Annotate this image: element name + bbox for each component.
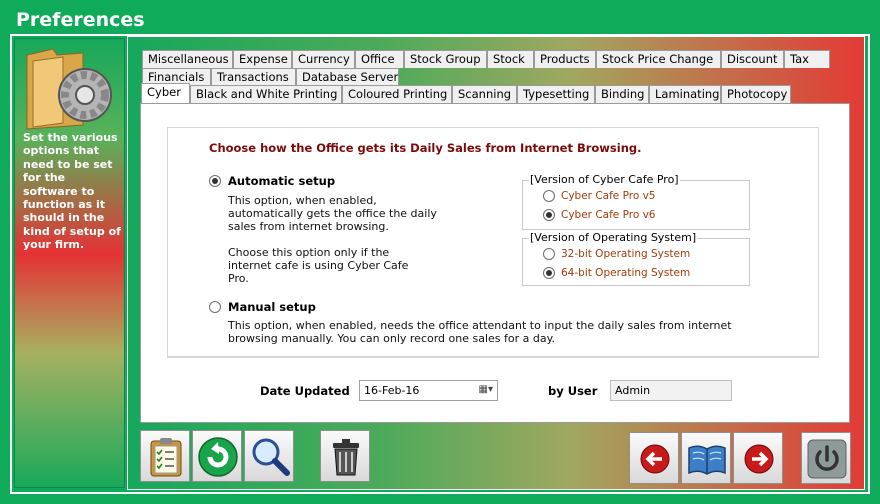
tab-scanning[interactable]: Scanning (452, 85, 517, 103)
tab-stock[interactable]: Stock (487, 50, 534, 68)
user-field: Admin (610, 380, 732, 401)
date-updated-picker[interactable]: 16-Feb-16 ▦▾ (359, 380, 498, 401)
date-updated-value: 16-Feb-16 (364, 384, 420, 397)
date-updated-label: Date Updated (260, 384, 350, 398)
cyber-cafe-v6-radio[interactable] (543, 209, 555, 221)
manual-setup-radio[interactable] (209, 301, 221, 313)
tab-cyber[interactable]: Cyber (141, 83, 190, 103)
tab-database-server[interactable]: Database Server (296, 68, 399, 86)
tab-laminating[interactable]: Laminating (649, 85, 721, 103)
cyber-cafe-version-title: [Version of Cyber Cafe Pro] (529, 173, 680, 186)
by-user-label: by User (548, 384, 598, 398)
automatic-setup-radio[interactable] (209, 175, 221, 187)
tab-photocopy[interactable]: Photocopy (721, 85, 791, 103)
search-icon (252, 438, 290, 476)
undo-icon (198, 437, 238, 477)
tab-office[interactable]: Office (355, 50, 404, 68)
calendar-dropdown-icon[interactable]: ▦▾ (479, 384, 493, 395)
manual-setup-label[interactable]: Manual setup (228, 300, 316, 314)
delete-button[interactable] (320, 430, 370, 482)
preferences-window: Preferences Set the various options that… (0, 0, 880, 504)
tab-coloured-printing[interactable]: Coloured Printing (342, 85, 452, 103)
back-arrow-icon (640, 444, 670, 474)
tab-typesetting[interactable]: Typesetting (517, 85, 595, 103)
cyber-heading: Choose how the Office gets its Daily Sal… (209, 141, 642, 155)
tab-black-and-white-printing[interactable]: Black and White Printing (190, 85, 342, 103)
undo-button[interactable] (192, 430, 242, 482)
tab-stock-group[interactable]: Stock Group (404, 50, 487, 68)
user-value: Admin (615, 384, 651, 397)
tab-stock-price-change[interactable]: Stock Price Change (596, 50, 721, 68)
clipboard-checklist-icon (150, 438, 182, 477)
os-64bit-label[interactable]: 64-bit Operating System (561, 267, 690, 279)
automatic-setup-label[interactable]: Automatic setup (228, 174, 335, 188)
open-record-button[interactable] (681, 432, 731, 484)
search-button[interactable] (244, 430, 294, 482)
os-32bit-radio[interactable] (543, 248, 555, 260)
manual-setup-description: This option, when enabled, needs the off… (228, 319, 732, 345)
tab-miscellaneous[interactable]: Miscellaneous (142, 50, 233, 68)
os-32bit-label[interactable]: 32-bit Operating System (561, 248, 690, 260)
tab-products[interactable]: Products (534, 50, 596, 68)
open-book-icon (688, 445, 726, 475)
tab-tax[interactable]: Tax (784, 50, 830, 68)
automatic-setup-description: This option, when enabled, automatically… (228, 194, 437, 233)
cyber-cafe-v5-radio[interactable] (543, 190, 555, 202)
back-button[interactable] (629, 432, 679, 484)
window-title: Preferences (16, 9, 145, 31)
folder-gear-icon (26, 48, 112, 130)
tab-expense[interactable]: Expense (233, 50, 292, 68)
sidebar: Set the various options that need to be … (14, 38, 125, 488)
os-version-title: [Version of Operating System] (529, 231, 698, 244)
forward-button[interactable] (733, 432, 783, 484)
tab-currency[interactable]: Currency (292, 50, 355, 68)
tab-transactions[interactable]: Transactions (211, 68, 296, 86)
exit-button[interactable] (801, 432, 851, 484)
sidebar-description: Set the various options that need to be … (23, 131, 121, 252)
power-icon (807, 439, 847, 479)
save-button[interactable] (140, 430, 190, 482)
cyber-cafe-v5-label[interactable]: Cyber Cafe Pro v5 (561, 190, 655, 202)
tab-discount[interactable]: Discount (721, 50, 784, 68)
automatic-setup-note: Choose this option only if the internet … (228, 246, 409, 285)
tab-binding[interactable]: Binding (595, 85, 649, 103)
cyber-cafe-v6-label[interactable]: Cyber Cafe Pro v6 (561, 209, 655, 221)
cyber-cafe-version-group (522, 180, 750, 230)
forward-arrow-icon (744, 444, 774, 474)
trash-icon (333, 439, 359, 476)
footer-divider (167, 357, 819, 358)
os-64bit-radio[interactable] (543, 267, 555, 279)
title-bar: Preferences (0, 0, 880, 36)
